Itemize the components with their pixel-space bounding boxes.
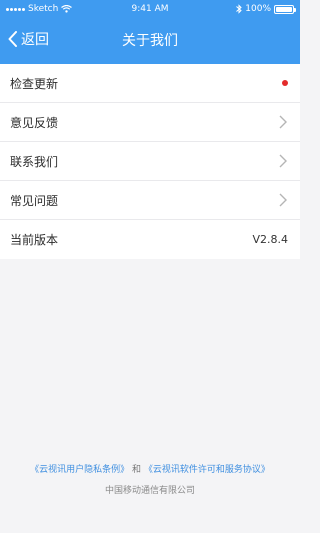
nav-bar: 返回 关于我们 bbox=[0, 20, 300, 64]
status-right: 100% bbox=[236, 4, 296, 14]
menu-item-check-update[interactable]: 检查更新 bbox=[0, 64, 300, 103]
license-agreement-link[interactable]: 《云视讯软件许可和服务协议》 bbox=[144, 465, 270, 475]
menu-item-label: 联系我们 bbox=[10, 154, 59, 169]
menu-item-label: 意见反馈 bbox=[10, 115, 59, 130]
menu-list: 检查更新 意见反馈 联系我们 常见问题 当前版本 V2.8.4 bbox=[0, 64, 300, 259]
chevron-right-icon bbox=[279, 115, 287, 129]
bluetooth-icon bbox=[236, 4, 242, 14]
chevron-right-icon bbox=[279, 154, 287, 168]
status-bar: Sketch 9:41 AM 100% bbox=[0, 0, 300, 20]
menu-item-label: 检查更新 bbox=[10, 76, 59, 91]
menu-item-contact-us[interactable]: 联系我们 bbox=[0, 142, 300, 181]
battery-icon bbox=[274, 4, 296, 14]
header: Sketch 9:41 AM 100% 返回 关于我们 bbox=[0, 0, 300, 64]
update-badge-dot bbox=[282, 80, 288, 86]
page-title: 关于我们 bbox=[122, 33, 178, 49]
menu-item-label: 当前版本 bbox=[10, 233, 59, 247]
privacy-policy-link[interactable]: 《云视讯用户隐私条例》 bbox=[30, 465, 129, 475]
version-value: V2.8.4 bbox=[252, 233, 288, 246]
legal-links: 《云视讯用户隐私条例》 和 《云视讯软件许可和服务协议》 bbox=[0, 462, 300, 475]
menu-item-faq[interactable]: 常见问题 bbox=[0, 181, 300, 220]
company-name: 中国移动通信有限公司 bbox=[104, 486, 195, 496]
battery-percent: 100% bbox=[245, 4, 271, 14]
menu-item-current-version: 当前版本 V2.8.4 bbox=[0, 220, 300, 259]
menu-item-label: 常见问题 bbox=[10, 193, 59, 208]
menu-item-feedback[interactable]: 意见反馈 bbox=[0, 103, 300, 142]
footer: 《云视讯用户隐私条例》 和 《云视讯软件许可和服务协议》 中国移动通信有限公司 bbox=[0, 462, 300, 496]
chevron-right-icon bbox=[279, 193, 287, 207]
and-text: 和 bbox=[131, 465, 141, 475]
